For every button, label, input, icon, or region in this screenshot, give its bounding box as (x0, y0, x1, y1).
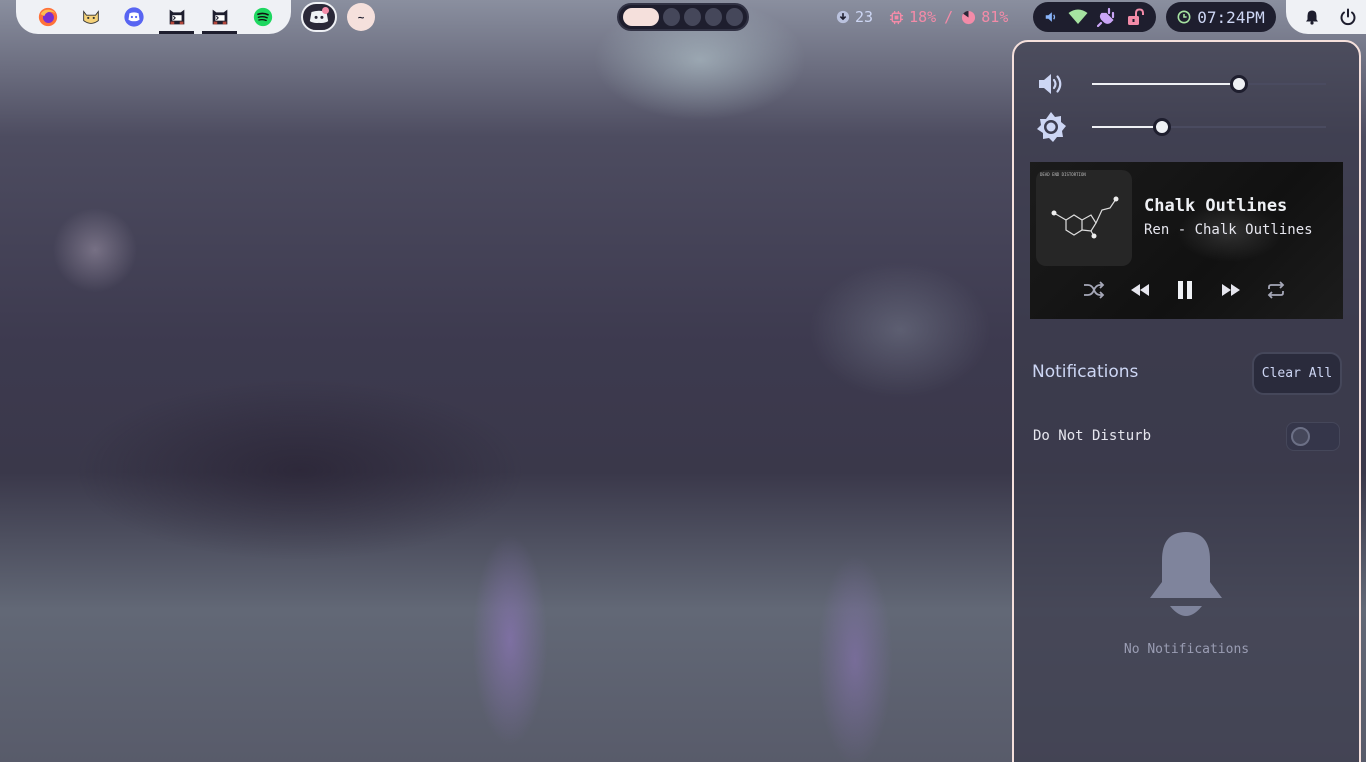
clock[interactable]: 07:24PM (1166, 2, 1276, 32)
media-controls (1080, 276, 1290, 304)
previous-button[interactable] (1126, 276, 1154, 304)
track-title: Chalk Outlines (1144, 196, 1288, 216)
tray-icons: ~ (301, 0, 375, 34)
svg-text:DEAD END DISTORTION: DEAD END DISTORTION (1040, 172, 1086, 177)
spotify-icon (253, 7, 272, 27)
brightness-slider[interactable] (1092, 118, 1326, 136)
firefox-app-button[interactable] (26, 0, 69, 34)
updates-indicator[interactable]: 23 (836, 8, 873, 26)
speaker-volume-icon (1039, 74, 1062, 94)
workspace-switcher (617, 3, 749, 31)
cpu-icon (890, 10, 904, 24)
clear-all-button[interactable]: Clear All (1252, 352, 1342, 395)
memory-pie-icon (962, 10, 976, 24)
notification-dot (322, 7, 329, 14)
terminal-cat-icon (212, 9, 227, 25)
memory-indicator[interactable]: 81% (961, 8, 1008, 26)
shuffle-icon (1084, 281, 1105, 299)
rewind-icon (1130, 284, 1149, 296)
cpu-usage: 18% (909, 8, 937, 26)
discord-app-button[interactable] (112, 0, 155, 34)
terminal-app-button-1[interactable] (155, 0, 198, 34)
system-stats: 23 18% / 81% (836, 0, 1008, 34)
workspace-3[interactable] (683, 8, 701, 26)
do-not-disturb-toggle[interactable] (1286, 422, 1340, 451)
empty-notifications-text: No Notifications (1123, 642, 1250, 657)
album-art: DEAD END DISTORTION (1036, 170, 1132, 266)
molecule-artwork: DEAD END DISTORTION (1040, 172, 1119, 239)
workspace-5[interactable] (725, 8, 743, 26)
repeat-button[interactable] (1262, 276, 1290, 304)
volume-button[interactable] (1034, 67, 1068, 101)
terminal-tray-button[interactable]: ~ (347, 3, 375, 31)
app-launcher-bar (16, 0, 291, 34)
brightness-slider-handle[interactable] (1153, 118, 1172, 136)
terminal-app-button-2[interactable] (198, 0, 241, 34)
workspace-2[interactable] (662, 8, 680, 26)
discord-tray-button[interactable] (301, 2, 337, 32)
repeat-icon (1267, 281, 1285, 299)
toggle-thumb (1291, 427, 1310, 446)
firefox-icon (38, 7, 57, 27)
bell-icon[interactable] (1304, 9, 1320, 25)
volume-slider-fill (1092, 83, 1240, 85)
workspace-4[interactable] (704, 8, 722, 26)
empty-bell-icon (1150, 532, 1222, 616)
memory-usage: 81% (981, 8, 1009, 26)
brightness-button[interactable] (1034, 110, 1068, 144)
cat-icon (82, 10, 99, 24)
notifications-heading: Notifications (1032, 362, 1139, 382)
media-player: DEAD END DISTORTION Chalk Outlines Ren -… (1030, 162, 1343, 319)
shuffle-button[interactable] (1080, 276, 1108, 304)
power-icon[interactable] (1339, 8, 1357, 26)
volume-slider-handle[interactable] (1230, 75, 1249, 93)
volume-icon[interactable] (1044, 10, 1058, 24)
volume-slider-row (1034, 66, 1334, 102)
volume-slider[interactable] (1092, 75, 1326, 93)
pause-button[interactable] (1171, 276, 1199, 304)
brightness-slider-fill (1092, 126, 1163, 128)
power-plug-icon[interactable] (1097, 7, 1117, 27)
clock-icon (1177, 10, 1191, 24)
system-tray (1033, 2, 1156, 32)
brightness-gear-icon (1037, 112, 1066, 142)
track-artist: Ren - Chalk Outlines (1144, 222, 1313, 238)
brightness-slider-row (1034, 109, 1334, 145)
top-bar: ~ 23 18% / 81% 07:24PM (0, 0, 1366, 34)
cpu-indicator[interactable]: 18% (889, 8, 936, 26)
do-not-disturb-label: Do Not Disturb (1033, 428, 1152, 444)
discord-icon (123, 7, 144, 27)
unlock-icon[interactable] (1127, 8, 1145, 26)
next-button[interactable] (1217, 276, 1245, 304)
workspace-1[interactable] (623, 8, 659, 26)
fast-forward-icon (1221, 284, 1240, 296)
clock-time: 07:24PM (1197, 7, 1265, 27)
pause-icon (1178, 281, 1192, 299)
power-area (1286, 0, 1366, 34)
wifi-icon[interactable] (1068, 9, 1088, 25)
cat-app-button[interactable] (69, 0, 112, 34)
stats-separator: / (944, 8, 954, 26)
terminal-cat-icon (169, 9, 184, 25)
download-icon (836, 10, 850, 24)
spotify-app-button[interactable] (241, 0, 284, 34)
updates-count: 23 (855, 8, 874, 26)
control-center-panel: DEAD END DISTORTION Chalk Outlines Ren -… (1012, 40, 1361, 762)
